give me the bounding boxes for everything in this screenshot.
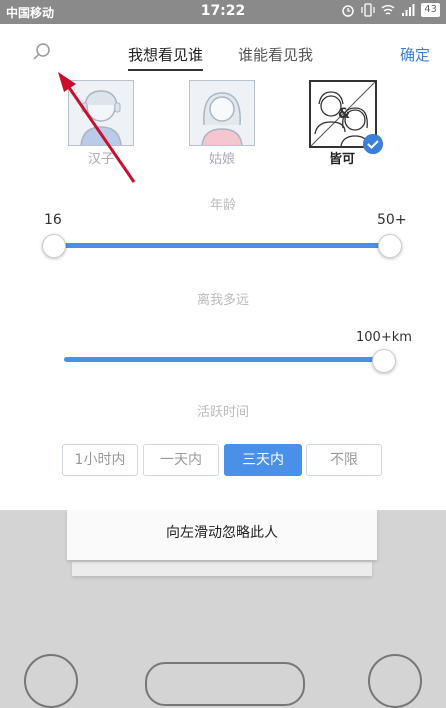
tab-who-can-see-me[interactable]: 谁能看见我 [238,44,313,65]
gender-option-male[interactable]: 汉子 [68,80,134,167]
svg-text:&: & [338,106,350,122]
male-avatar-frame [68,80,134,146]
confirm-button[interactable]: 确定 [400,44,430,65]
active-1-hour-button[interactable]: 1小时内 [62,444,138,476]
search-icon[interactable] [32,42,52,62]
male-avatar-icon [80,90,122,146]
both-avatar-frame: & [309,80,383,154]
alarm-icon [342,5,355,17]
tab-who-i-want-to-see[interactable]: 我想看见谁 [128,44,204,71]
female-avatar-frame [189,80,255,146]
gender-label-both: 皆可 [328,152,355,167]
distance-slider-track[interactable] [64,357,382,362]
bottom-center-button[interactable] [145,662,305,706]
active-unlimited-button[interactable]: 不限 [306,444,382,476]
distance-value-label: 100+km [356,330,412,345]
signal-icon [402,4,415,16]
bottom-right-button[interactable] [368,654,422,708]
female-avatar-icon [201,92,243,146]
age-min-label: 16 [44,212,62,228]
status-icons: 43 [341,3,440,17]
age-max-label: 50+ [377,212,407,228]
age-slider-track[interactable] [54,243,390,248]
swipe-hint: 向左滑动忽略此人 [166,525,278,541]
battery-indicator: 43 [421,3,440,17]
active-1-day-button[interactable]: 一天内 [143,444,219,476]
distance-title: 离我多远 [196,293,249,308]
gender-option-both[interactable]: & 皆可 [309,80,383,167]
status-bar: 中国移动 17:22 43 [0,0,446,24]
wifi-icon [381,5,395,15]
gender-option-female[interactable]: 姑娘 [189,80,255,167]
active-time-title: 活跃时间 [196,405,249,420]
distance-slider-handle[interactable] [372,349,396,373]
age-min-handle[interactable] [42,234,66,258]
profile-card[interactable]: 向左滑动忽略此人 [67,510,377,560]
vibrate-icon [361,3,375,17]
gender-label-female: 姑娘 [208,152,235,167]
bottom-left-button[interactable] [24,654,78,708]
gender-label-male: 汉子 [87,152,114,167]
filter-panel: 我想看见谁 谁能看见我 确定 汉子 姑娘 & 皆可 年龄 16 50+ 离我多远… [0,24,446,510]
age-title: 年龄 [209,198,236,213]
card-stack-back [72,562,372,576]
active-3-days-button[interactable]: 三天内 [224,444,302,476]
age-max-handle[interactable] [378,234,402,258]
